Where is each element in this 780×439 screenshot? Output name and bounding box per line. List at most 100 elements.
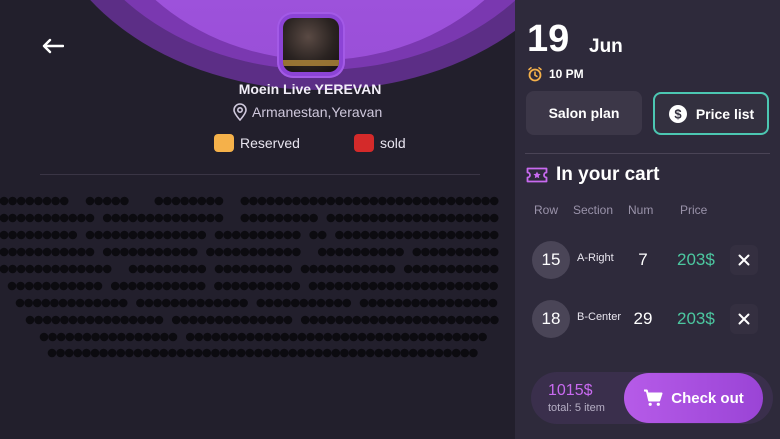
seat[interactable] <box>171 281 180 291</box>
seat[interactable] <box>120 196 129 206</box>
seat[interactable] <box>85 281 94 291</box>
seat[interactable] <box>51 315 61 325</box>
seat[interactable] <box>385 298 395 308</box>
seat[interactable] <box>480 298 489 308</box>
seat[interactable] <box>323 332 333 342</box>
seat[interactable] <box>290 298 300 308</box>
seat[interactable] <box>214 196 224 206</box>
seat[interactable] <box>214 281 223 291</box>
seat[interactable] <box>25 213 35 223</box>
seat[interactable] <box>299 298 309 308</box>
seat[interactable] <box>489 230 499 240</box>
seat[interactable] <box>348 348 358 358</box>
seat[interactable] <box>266 264 275 274</box>
price-list-button[interactable]: $ Price list <box>653 92 769 135</box>
seat[interactable] <box>82 348 91 358</box>
seat[interactable] <box>386 264 396 274</box>
seat[interactable] <box>32 298 42 308</box>
seat[interactable] <box>67 298 76 308</box>
seat[interactable] <box>189 315 198 325</box>
seat[interactable] <box>481 264 490 274</box>
seat[interactable] <box>206 247 215 257</box>
seat[interactable] <box>85 230 95 240</box>
seat[interactable] <box>489 247 499 257</box>
seat[interactable] <box>478 332 487 342</box>
seat[interactable] <box>110 298 119 308</box>
seat[interactable] <box>392 332 401 342</box>
seat[interactable] <box>464 230 473 240</box>
seat[interactable] <box>412 213 422 223</box>
seat[interactable] <box>438 264 447 274</box>
seat[interactable] <box>408 348 418 358</box>
seat[interactable] <box>412 196 422 206</box>
seat[interactable] <box>274 213 284 223</box>
seat[interactable] <box>171 247 181 257</box>
seat[interactable] <box>111 213 121 223</box>
seat[interactable] <box>395 230 404 240</box>
seat[interactable] <box>314 348 323 358</box>
seat[interactable] <box>67 281 77 291</box>
seat[interactable] <box>274 264 284 274</box>
seat[interactable] <box>263 332 272 342</box>
seat[interactable] <box>42 264 52 274</box>
seat[interactable] <box>101 298 111 308</box>
seat[interactable] <box>180 230 189 240</box>
seat[interactable] <box>454 298 463 308</box>
seat[interactable] <box>343 196 353 206</box>
seat[interactable] <box>418 332 427 342</box>
seat[interactable] <box>16 247 26 257</box>
seat[interactable] <box>446 196 456 206</box>
seat[interactable] <box>154 213 164 223</box>
seat[interactable] <box>409 332 419 342</box>
seat[interactable] <box>204 298 214 308</box>
seat[interactable] <box>145 230 155 240</box>
seat[interactable] <box>116 348 126 358</box>
seat[interactable] <box>411 281 421 291</box>
seat[interactable] <box>357 332 367 342</box>
seat[interactable] <box>404 315 413 325</box>
seat[interactable] <box>326 213 336 223</box>
seat[interactable] <box>128 281 137 291</box>
seat[interactable] <box>256 298 266 308</box>
seat[interactable] <box>257 230 267 240</box>
seat[interactable] <box>180 264 189 274</box>
seat[interactable] <box>73 348 83 358</box>
seat[interactable] <box>343 230 353 240</box>
seat[interactable] <box>455 196 465 206</box>
seat[interactable] <box>188 264 198 274</box>
seat[interactable] <box>223 264 232 274</box>
seat[interactable] <box>240 196 250 206</box>
seat[interactable] <box>102 247 112 257</box>
seat[interactable] <box>59 281 68 291</box>
seat[interactable] <box>59 196 69 206</box>
seat[interactable] <box>429 213 439 223</box>
seat[interactable] <box>85 196 95 206</box>
seat[interactable] <box>326 315 336 325</box>
seat[interactable] <box>254 332 264 342</box>
seat[interactable] <box>128 264 138 274</box>
seat[interactable] <box>68 213 78 223</box>
seat[interactable] <box>309 264 318 274</box>
seat[interactable] <box>214 264 224 274</box>
seat[interactable] <box>326 264 336 274</box>
seat[interactable] <box>429 247 439 257</box>
seat[interactable] <box>305 348 315 358</box>
seat[interactable] <box>489 196 499 206</box>
seat[interactable] <box>170 298 180 308</box>
seat[interactable] <box>74 332 83 342</box>
seat[interactable] <box>163 264 172 274</box>
seat[interactable] <box>481 247 490 257</box>
seat[interactable] <box>118 298 128 308</box>
seat[interactable] <box>180 196 189 206</box>
seat[interactable] <box>490 315 499 325</box>
seat[interactable] <box>153 281 163 291</box>
seat[interactable] <box>180 247 189 257</box>
seat[interactable] <box>282 281 292 291</box>
seat[interactable] <box>421 315 430 325</box>
seat[interactable] <box>188 247 198 257</box>
seat[interactable] <box>239 281 249 291</box>
seat[interactable] <box>282 298 291 308</box>
seat[interactable] <box>292 213 301 223</box>
seat[interactable] <box>391 348 401 358</box>
seat[interactable] <box>8 264 17 274</box>
